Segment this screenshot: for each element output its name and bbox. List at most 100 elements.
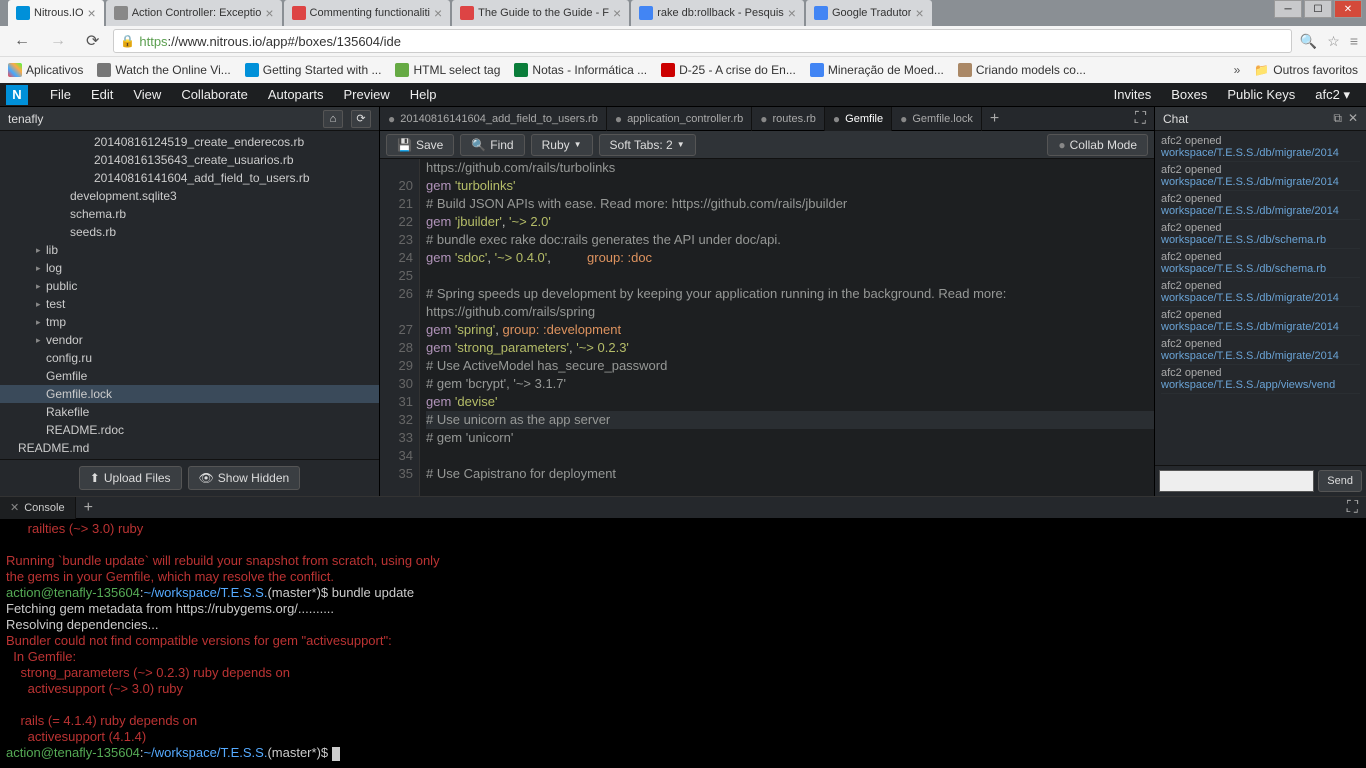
show-hidden-button[interactable]: 👁Show Hidden <box>188 466 301 490</box>
chat-path-link[interactable]: workspace/T.E.S.S./app/views/vend <box>1161 379 1360 391</box>
code-line[interactable]: gem 'devise' <box>426 393 1154 411</box>
home-icon[interactable]: ⌂ <box>323 110 343 128</box>
browser-tab[interactable]: The Guide to the Guide - F× <box>452 0 629 26</box>
code-line[interactable]: # gem 'unicorn' <box>426 429 1154 447</box>
tree-file[interactable]: config.ru <box>0 349 379 367</box>
upload-files-button[interactable]: ⬆Upload Files <box>79 466 182 490</box>
code-line[interactable]: # gem 'bcrypt', '~> 3.1.7' <box>426 375 1154 393</box>
reload-button[interactable]: ⟳ <box>80 29 105 53</box>
back-button[interactable]: ← <box>8 30 36 52</box>
send-button[interactable]: Send <box>1318 470 1362 492</box>
code-line[interactable]: gem 'spring', group: :development <box>426 321 1154 339</box>
editor-tab[interactable]: ●Gemfile.lock <box>892 107 982 131</box>
tree-file[interactable]: Gemfile.lock <box>0 385 379 403</box>
tree-file[interactable]: 20140816135643_create_usuarios.rb <box>0 151 379 169</box>
bookmarks-overflow[interactable]: » <box>1234 63 1241 77</box>
browser-tab[interactable]: Nitrous.IO× <box>8 0 104 26</box>
code-line[interactable]: # Use unicorn as the app server <box>426 411 1154 429</box>
code-line[interactable]: gem 'strong_parameters', '~> 0.2.3' <box>426 339 1154 357</box>
code-line[interactable] <box>426 447 1154 465</box>
code-line[interactable]: gem 'jbuilder', '~> 2.0' <box>426 213 1154 231</box>
window-close-button[interactable]: ✕ <box>1334 0 1362 18</box>
tree-folder[interactable]: ▸lib <box>0 241 379 259</box>
code-editor[interactable]: 20212223242526272829303132333435 https:/… <box>380 159 1154 496</box>
browser-tab[interactable]: Commenting functionaliti× <box>284 0 451 26</box>
add-console-tab[interactable]: + <box>76 499 101 517</box>
softtabs-dropdown[interactable]: Soft Tabs: 2▼ <box>599 134 696 156</box>
close-icon[interactable]: × <box>265 5 273 21</box>
close-icon[interactable]: ● <box>760 112 767 126</box>
bookmark-item[interactable]: D-25 - A crise do En... <box>661 63 796 77</box>
chat-path-link[interactable]: workspace/T.E.S.S./db/migrate/2014 <box>1161 147 1360 159</box>
menu-right-item[interactable]: Invites <box>1104 87 1162 103</box>
chat-input[interactable] <box>1159 470 1314 492</box>
menu-icon[interactable]: ≡ <box>1350 33 1358 50</box>
menu-file[interactable]: File <box>40 87 81 102</box>
editor-tab[interactable]: ●routes.rb <box>752 107 825 131</box>
bookmark-item[interactable]: Notas - Informática ... <box>514 63 647 77</box>
close-icon[interactable]: ✕ <box>1348 111 1358 126</box>
chat-path-link[interactable]: workspace/T.E.S.S./db/schema.rb <box>1161 234 1360 246</box>
tree-file[interactable]: 20140816141604_add_field_to_users.rb <box>0 169 379 187</box>
expand-editor-icon[interactable]: ⛶ <box>1127 110 1154 128</box>
chat-path-link[interactable]: workspace/T.E.S.S./db/migrate/2014 <box>1161 205 1360 217</box>
console-tab[interactable]: ✕Console <box>0 497 76 519</box>
close-icon[interactable]: ● <box>833 112 840 126</box>
chat-path-link[interactable]: workspace/T.E.S.S./db/migrate/2014 <box>1161 176 1360 188</box>
chat-log[interactable]: afc2 openedworkspace/T.E.S.S./db/migrate… <box>1155 131 1366 465</box>
menu-preview[interactable]: Preview <box>333 87 399 102</box>
close-icon[interactable]: × <box>613 5 621 21</box>
add-tab-button[interactable]: + <box>982 110 1007 128</box>
tree-file[interactable]: Rakefile <box>0 403 379 421</box>
menu-right-item[interactable]: afc2 ▾ <box>1305 87 1360 103</box>
tree-folder[interactable]: ▸test <box>0 295 379 313</box>
url-input[interactable]: 🔒 https://www.nitrous.io/app#/boxes/1356… <box>113 29 1291 53</box>
tree-file[interactable]: development.sqlite3 <box>0 187 379 205</box>
code-line[interactable] <box>426 267 1154 285</box>
code-line[interactable]: https://github.com/rails/turbolinks <box>426 159 1154 177</box>
close-icon[interactable]: × <box>788 5 796 21</box>
code-line[interactable]: gem 'sdoc', '~> 0.4.0', group: :doc <box>426 249 1154 267</box>
browser-tab[interactable]: Google Tradutor× <box>806 0 932 26</box>
close-icon[interactable]: × <box>915 5 923 21</box>
apps-button[interactable]: Aplicativos <box>8 63 83 77</box>
chat-path-link[interactable]: workspace/T.E.S.S./db/migrate/2014 <box>1161 292 1360 304</box>
editor-tab[interactable]: ●20140816141604_add_field_to_users.rb <box>380 107 607 131</box>
menu-right-item[interactable]: Public Keys <box>1217 87 1305 103</box>
window-maximize-button[interactable]: ☐ <box>1304 0 1332 18</box>
console-output[interactable]: railties (~> 3.0) ruby Running `bundle u… <box>0 519 1366 768</box>
close-icon[interactable]: × <box>434 5 442 21</box>
browser-tab[interactable]: rake db:rollback - Pesquis× <box>631 0 804 26</box>
close-icon[interactable]: × <box>88 5 96 21</box>
editor-tab[interactable]: ●application_controller.rb <box>607 107 752 131</box>
close-icon[interactable]: ● <box>900 112 907 126</box>
tree-file[interactable]: seeds.rb <box>0 223 379 241</box>
tree-folder[interactable]: ▸vendor <box>0 331 379 349</box>
bookmark-item[interactable]: Getting Started with ... <box>245 63 382 77</box>
code-line[interactable]: https://github.com/rails/spring <box>426 303 1154 321</box>
star-icon[interactable]: ☆ <box>1327 33 1340 50</box>
menu-autoparts[interactable]: Autoparts <box>258 87 334 102</box>
tree-file[interactable]: README.rdoc <box>0 421 379 439</box>
menu-view[interactable]: View <box>123 87 171 102</box>
bookmark-item[interactable]: Mineração de Moed... <box>810 63 944 77</box>
other-bookmarks[interactable]: 📁Outros favoritos <box>1254 63 1358 77</box>
popout-icon[interactable]: ⧉ <box>1333 111 1342 126</box>
save-button[interactable]: 💾Save <box>386 134 454 156</box>
bookmark-item[interactable]: Criando models co... <box>958 63 1086 77</box>
tree-file[interactable]: README.md <box>0 439 379 457</box>
code-line[interactable]: # Use ActiveModel has_secure_password <box>426 357 1154 375</box>
collab-mode-button[interactable]: ●Collab Mode <box>1047 134 1148 156</box>
chat-path-link[interactable]: workspace/T.E.S.S./db/migrate/2014 <box>1161 321 1360 333</box>
menu-right-item[interactable]: Boxes <box>1161 87 1217 103</box>
refresh-icon[interactable]: ⟳ <box>351 110 371 128</box>
close-icon[interactable]: ● <box>388 112 395 126</box>
code-line[interactable]: # Use Capistrano for deployment <box>426 465 1154 483</box>
file-tree[interactable]: 20140816124519_create_enderecos.rb201408… <box>0 131 379 459</box>
menu-edit[interactable]: Edit <box>81 87 123 102</box>
tree-file[interactable]: schema.rb <box>0 205 379 223</box>
code-line[interactable]: # bundle exec rake doc:rails generates t… <box>426 231 1154 249</box>
tree-folder[interactable]: ▸public <box>0 277 379 295</box>
code-content[interactable]: https://github.com/rails/turbolinks gem '… <box>420 159 1154 496</box>
close-icon[interactable]: ✕ <box>10 501 19 514</box>
